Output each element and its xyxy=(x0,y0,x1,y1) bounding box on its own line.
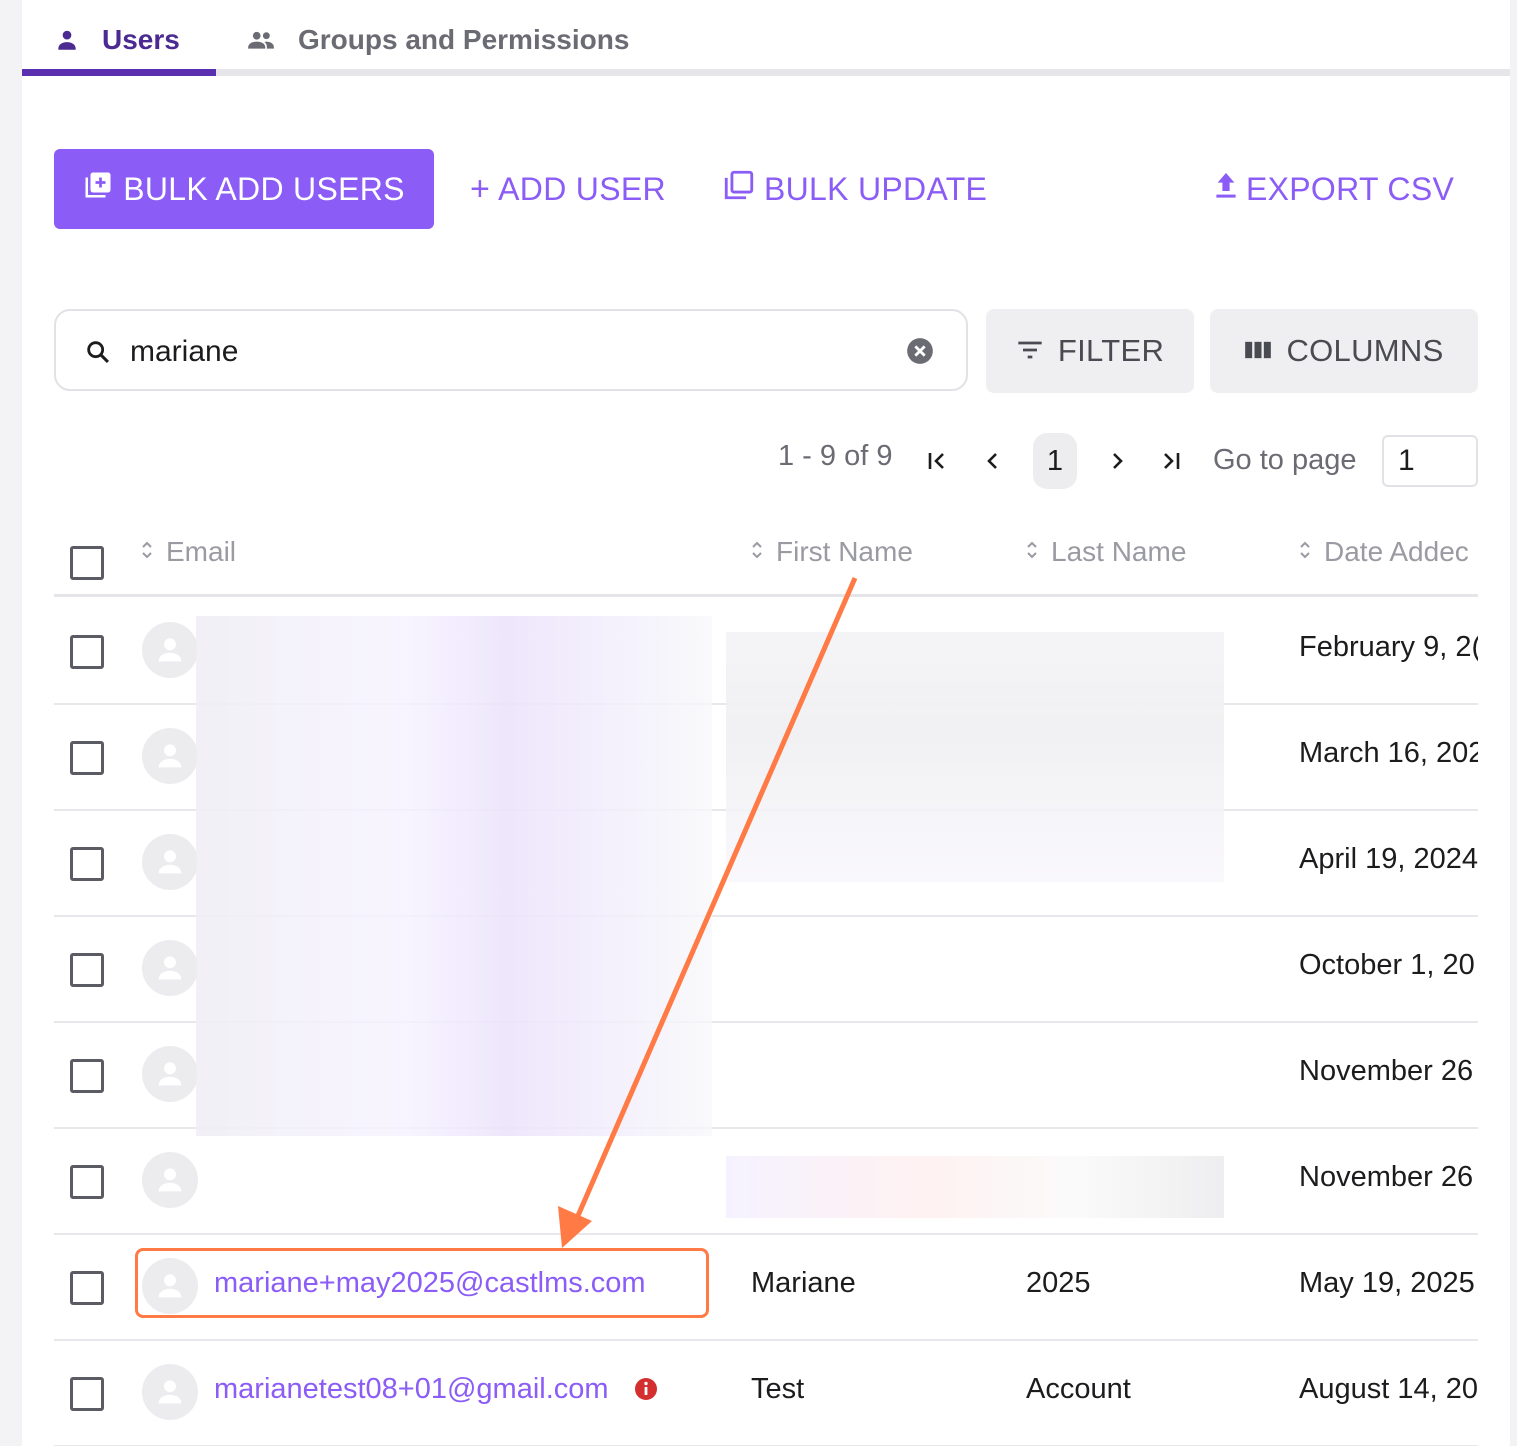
redacted-email-region xyxy=(196,616,712,1136)
row-last-name: Account xyxy=(1026,1373,1131,1405)
sort-icon xyxy=(1025,536,1039,568)
bulk-update-button[interactable]: BULK UPDATE xyxy=(722,160,987,218)
user-avatar-icon xyxy=(158,1168,182,1192)
add-user-label: ADD USER xyxy=(498,170,666,207)
row-date-added: March 16, 202 xyxy=(1299,737,1478,769)
next-page-icon[interactable] xyxy=(1106,448,1128,479)
avatar xyxy=(142,622,198,678)
row-checkbox[interactable] xyxy=(70,1377,104,1411)
sort-icon xyxy=(1298,536,1312,568)
columns-label: COLUMNS xyxy=(1286,333,1444,368)
redacted-name-region-2 xyxy=(726,1156,1224,1218)
filter-icon xyxy=(1016,333,1044,369)
go-to-page-label: Go to page xyxy=(1213,444,1357,476)
row-date-added: November 26 xyxy=(1299,1055,1474,1087)
columns-button[interactable]: COLUMNS xyxy=(1210,309,1478,393)
search-icon xyxy=(84,338,112,371)
library-add-icon xyxy=(83,170,113,208)
row-email[interactable]: marianetest08+01@gmail.com xyxy=(214,1373,609,1406)
last-page-icon[interactable] xyxy=(1160,448,1182,479)
user-avatar-icon xyxy=(158,850,182,874)
export-csv-button[interactable]: EXPORT CSV xyxy=(1214,160,1454,218)
upload-icon xyxy=(1214,170,1238,208)
user-avatar-icon xyxy=(158,638,182,662)
row-date-added: October 1, 20 xyxy=(1299,949,1475,981)
sort-icon xyxy=(140,536,154,568)
go-to-page-input[interactable] xyxy=(1382,435,1478,487)
tab-groups-and-permissions[interactable]: Groups and Permissions xyxy=(246,18,629,62)
row-checkbox[interactable] xyxy=(70,741,104,775)
column-header-first-name-label: First Name xyxy=(776,536,913,567)
search-input[interactable] xyxy=(128,329,892,375)
bulk-add-users-label: BULK ADD USERS xyxy=(123,170,405,207)
row-last-name: 2025 xyxy=(1026,1267,1091,1299)
avatar xyxy=(142,1046,198,1102)
column-header-email[interactable]: Email xyxy=(140,536,236,568)
redacted-name-region xyxy=(726,632,1224,882)
avatar xyxy=(142,1152,198,1208)
filter-button[interactable]: FILTER xyxy=(986,309,1194,393)
row-date-added: April 19, 2024 xyxy=(1299,843,1478,875)
filter-label: FILTER xyxy=(1057,333,1165,368)
copy-icon xyxy=(722,168,756,210)
user-avatar-icon xyxy=(158,1062,182,1086)
previous-page-icon[interactable] xyxy=(982,448,1004,479)
row-date-added: November 26 xyxy=(1299,1161,1474,1193)
user-avatar-icon xyxy=(158,956,182,980)
active-tab-indicator xyxy=(22,69,216,76)
tab-bar-divider xyxy=(22,69,1510,76)
warning-icon[interactable] xyxy=(634,1377,658,1406)
column-header-last-name[interactable]: Last Name xyxy=(1025,536,1186,568)
row-date-added: August 14, 20 xyxy=(1299,1373,1478,1405)
sort-icon xyxy=(750,536,764,568)
row-date-added: February 9, 2( xyxy=(1299,631,1478,663)
tab-users-label: Users xyxy=(102,24,180,55)
tab-users[interactable]: Users xyxy=(54,18,180,62)
search-box xyxy=(54,309,968,391)
bulk-add-users-button[interactable]: BULK ADD USERS xyxy=(54,149,434,229)
column-header-date-added-label: Date Addec xyxy=(1324,536,1469,567)
bulk-update-label: BULK UPDATE xyxy=(764,170,988,207)
row-checkbox[interactable] xyxy=(70,953,104,987)
row-first-name: Mariane xyxy=(751,1267,856,1299)
export-csv-label: EXPORT CSV xyxy=(1246,170,1455,207)
tab-bar: Users Groups and Permissions xyxy=(22,0,1510,76)
people-icon xyxy=(246,27,276,53)
row-date-added: May 19, 2025 xyxy=(1299,1267,1475,1299)
avatar xyxy=(142,834,198,890)
annotation-highlight-box xyxy=(135,1248,709,1318)
avatar xyxy=(142,940,198,996)
first-page-icon[interactable] xyxy=(926,448,948,479)
row-first-name: Test xyxy=(751,1373,805,1405)
view-column-icon xyxy=(1244,333,1272,369)
user-avatar-icon xyxy=(158,1380,182,1404)
table-row[interactable]: marianetest08+01@gmail.com Test Account Aug… xyxy=(54,1339,1478,1446)
person-icon xyxy=(54,27,80,53)
table-header: Email First Name Last Name Date Addec xyxy=(54,506,1478,597)
row-checkbox[interactable] xyxy=(70,635,104,669)
user-avatar-icon xyxy=(158,744,182,768)
column-header-date-added[interactable]: Date Addec xyxy=(1298,536,1469,568)
plus-icon: + xyxy=(470,169,491,208)
add-user-button[interactable]: + ADD USER xyxy=(470,160,666,218)
row-checkbox[interactable] xyxy=(70,1059,104,1093)
column-header-first-name[interactable]: First Name xyxy=(750,536,913,568)
column-header-email-label: Email xyxy=(166,536,237,567)
tab-groups-label: Groups and Permissions xyxy=(298,24,630,55)
current-page-button[interactable]: 1 xyxy=(1033,433,1077,489)
pagination-range: 1 - 9 of 9 xyxy=(778,440,893,472)
clear-search-icon[interactable] xyxy=(906,337,934,370)
avatar xyxy=(142,728,198,784)
row-checkbox[interactable] xyxy=(70,1165,104,1199)
row-checkbox[interactable] xyxy=(70,1271,104,1305)
row-checkbox[interactable] xyxy=(70,847,104,881)
avatar xyxy=(142,1364,198,1420)
column-header-last-name-label: Last Name xyxy=(1051,536,1187,567)
select-all-checkbox[interactable] xyxy=(70,546,104,580)
